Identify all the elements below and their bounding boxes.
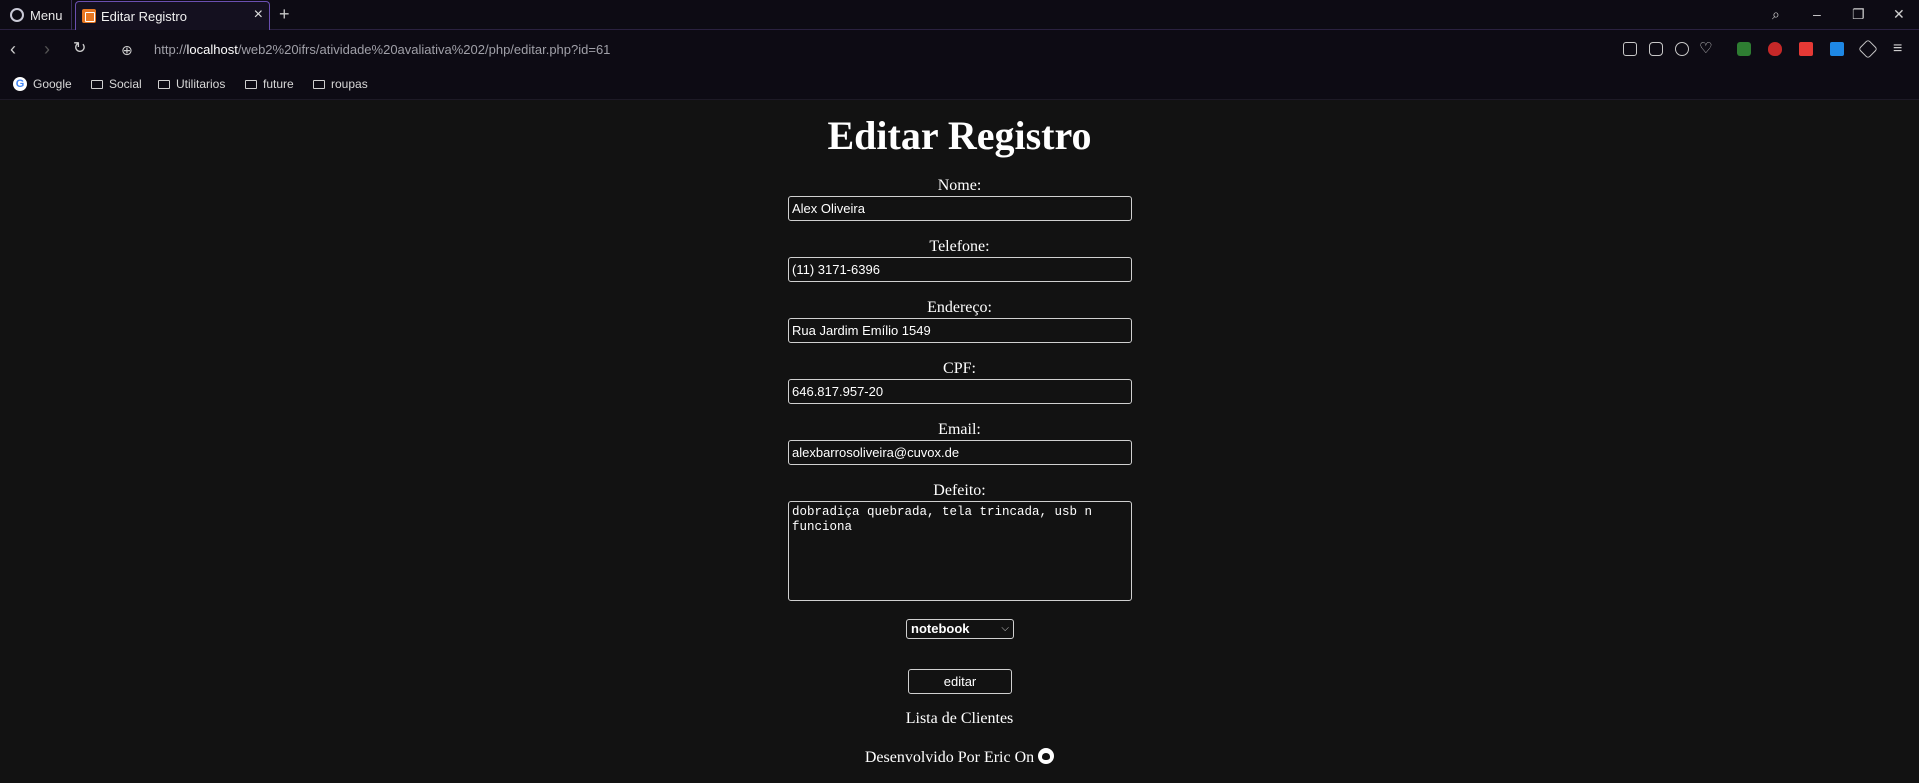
tipo-selected-value: notebook: [911, 621, 970, 636]
editar-button[interactable]: editar: [908, 669, 1012, 694]
url-field[interactable]: http://localhost/web2%20ifrs/atividade%2…: [154, 42, 610, 57]
menu-label: Menu: [30, 7, 63, 23]
extension-red-icon[interactable]: [1799, 42, 1813, 56]
footer-text: Desenvolvido Por Eric On: [864, 749, 1035, 766]
lista-clientes-link[interactable]: Lista de Clientes: [0, 710, 1919, 728]
close-window-icon[interactable]: ✕: [1893, 6, 1905, 23]
extensions-cube-icon[interactable]: [1858, 39, 1878, 59]
extension-green-icon[interactable]: [1737, 42, 1751, 56]
bookmark-label: Utilitarios: [176, 77, 226, 91]
bookmark-label: roupas: [331, 77, 368, 91]
share-icon[interactable]: [1623, 42, 1637, 56]
opera-menu-button[interactable]: Menu: [0, 0, 72, 30]
bookmark-utilitarios[interactable]: Utilitarios: [158, 77, 225, 91]
folder-icon: [91, 79, 103, 89]
chevron-down-icon: ⌵: [1001, 623, 1009, 634]
bookmark-label: Social: [109, 77, 142, 91]
close-tab-icon[interactable]: ×: [254, 7, 263, 23]
back-icon[interactable]: ‹: [10, 39, 16, 59]
opera-logo-icon: [10, 8, 24, 22]
camera-icon[interactable]: [1649, 42, 1663, 56]
cpf-input[interactable]: [788, 379, 1132, 404]
nome-input[interactable]: [788, 196, 1132, 221]
bookmark-future[interactable]: future: [245, 77, 294, 91]
xampp-favicon-icon: [82, 9, 96, 23]
tab-bar: Menu Editar Registro × + ⌕ – ❐ ✕: [0, 0, 1919, 30]
tab-editar-registro[interactable]: Editar Registro ×: [75, 1, 270, 30]
nome-label: Nome:: [937, 177, 982, 194]
endereco-input[interactable]: [788, 318, 1132, 343]
bookmarks-bar: G Google Social Utilitarios future roupa…: [0, 70, 1919, 100]
bookmark-label: Google: [33, 77, 72, 91]
defeito-textarea[interactable]: dobradiça quebrada, tela trincada, usb n…: [788, 501, 1132, 601]
new-tab-icon[interactable]: +: [279, 4, 290, 25]
defeito-label: Defeito:: [933, 482, 986, 499]
github-icon[interactable]: [1038, 748, 1055, 764]
forward-icon[interactable]: ›: [44, 39, 50, 59]
minimize-icon[interactable]: –: [1813, 6, 1821, 22]
google-icon: G: [13, 77, 27, 91]
reload-icon[interactable]: ↻: [73, 39, 86, 59]
tipo-select[interactable]: notebook ⌵: [906, 619, 1014, 639]
url-host: localhost: [186, 42, 238, 57]
url-prefix: http://: [154, 42, 187, 57]
bookmark-google[interactable]: G Google: [13, 77, 72, 91]
restore-icon[interactable]: ❐: [1852, 6, 1865, 23]
block-icon[interactable]: [1675, 42, 1689, 56]
tab-title: Editar Registro: [101, 8, 187, 24]
address-bar: ‹ › ↻ ⊕ http://localhost/web2%20ifrs/ati…: [0, 30, 1919, 70]
url-path: /web2%20ifrs/atividade%20avaliativa%202/…: [237, 42, 611, 57]
translate-icon[interactable]: [1830, 42, 1844, 56]
search-tabs-icon[interactable]: ⌕: [1772, 6, 1780, 23]
bookmark-social[interactable]: Social: [91, 77, 142, 91]
easy-setup-icon[interactable]: ≡: [1893, 39, 1902, 59]
footer: Desenvolvido Por Eric On: [0, 748, 1919, 767]
page-content: Editar Registro Nome: Telefone: Endereço…: [0, 100, 1919, 783]
page-title: Editar Registro: [827, 113, 1092, 158]
telefone-input[interactable]: [788, 257, 1132, 282]
heart-icon[interactable]: ♡: [1699, 39, 1712, 59]
telefone-label: Telefone:: [929, 238, 990, 255]
bookmark-roupas[interactable]: roupas: [313, 77, 368, 91]
folder-icon: [313, 79, 325, 89]
bookmark-label: future: [263, 77, 294, 91]
folder-icon: [158, 79, 170, 89]
ublock-icon[interactable]: [1768, 42, 1782, 56]
folder-icon: [245, 79, 257, 89]
endereco-label: Endereço:: [927, 299, 992, 316]
globe-icon[interactable]: ⊕: [121, 40, 133, 60]
cpf-label: CPF:: [943, 360, 976, 377]
email-input[interactable]: [788, 440, 1132, 465]
email-label: Email:: [938, 421, 981, 438]
